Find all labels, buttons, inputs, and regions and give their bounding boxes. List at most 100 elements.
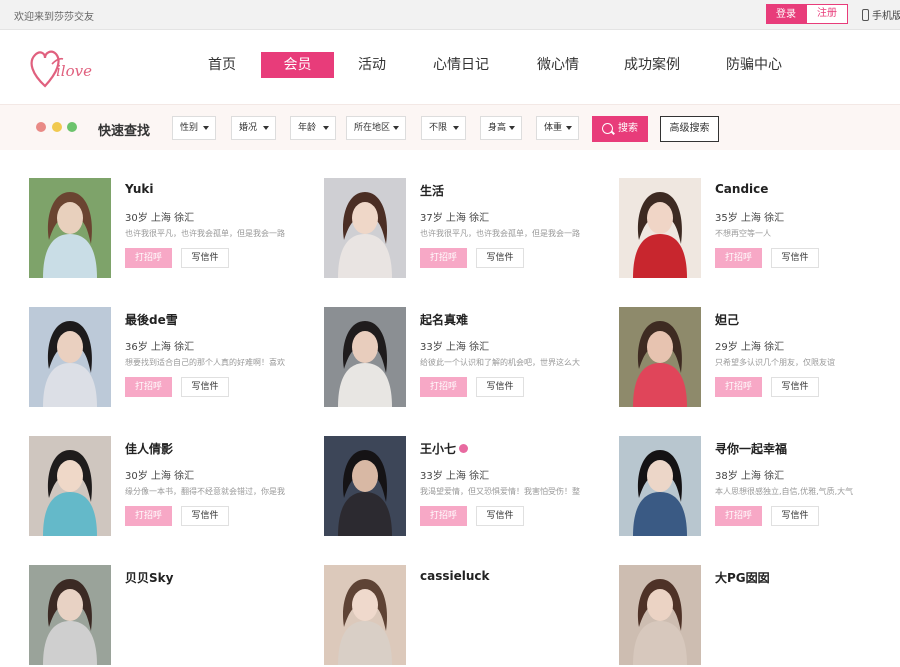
mobile-version-link[interactable]: 手机版 [862, 7, 900, 22]
member-bio: 我渴望爱情，但又恐惧爱情！我害怕受伤！整 [420, 487, 580, 496]
member-info: 30岁 上海 徐汇 [125, 471, 195, 482]
filter-marital[interactable]: 婚况 [231, 116, 276, 140]
write-letter-button[interactable]: 写信件 [771, 377, 819, 397]
greet-button[interactable]: 打招呼 [125, 377, 172, 397]
site-logo[interactable]: ilove [30, 46, 110, 90]
member-bio: 不想再空等一人 [715, 229, 771, 238]
advanced-search-button[interactable]: 高级搜索 [660, 116, 719, 142]
member-name[interactable]: 妲己 [715, 311, 739, 328]
member-photo[interactable] [29, 565, 111, 665]
member-bio: 也许我很平凡，也许我会孤单，但是我会一路 [420, 229, 580, 238]
member-name-text: cassieluck [420, 569, 490, 583]
chevron-down-icon [323, 126, 329, 130]
greet-button[interactable]: 打招呼 [715, 377, 762, 397]
member-name[interactable]: Yuki [125, 182, 153, 196]
member-name[interactable]: 生活 [420, 182, 444, 199]
search-button-label: 搜索 [618, 123, 638, 134]
greet-button[interactable]: 打招呼 [420, 248, 467, 268]
filter-height[interactable]: 身高 [480, 116, 522, 140]
member-name[interactable]: cassieluck [420, 569, 490, 583]
member-bio: 本人思想很感独立,自信,优雅,气质,大气 [715, 487, 854, 496]
member-name[interactable]: 王小七 [420, 440, 469, 457]
filter-marital-label: 婚况 [239, 123, 258, 133]
greet-button[interactable]: 打招呼 [420, 377, 467, 397]
member-name-text: Candice [715, 182, 769, 196]
member-card[interactable]: 佳人倩影 30岁 上海 徐汇缘分像一本书，翻得不经意就会错过，你是我打招呼 写信件 [29, 436, 314, 538]
login-button[interactable]: 登录 [766, 4, 806, 24]
filter-gender[interactable]: 性别 [172, 116, 216, 140]
write-letter-button[interactable]: 写信件 [476, 248, 524, 268]
member-card[interactable]: 大PG囡囡 [619, 565, 900, 667]
member-name-text: 王小七 [420, 442, 457, 456]
filter-region[interactable]: 所在地区 [346, 116, 406, 140]
member-name[interactable]: 贝贝Sky [125, 569, 173, 586]
member-card[interactable]: 最後de雪 36岁 上海 徐汇 想要找到适合自己的那个人真的好难啊！喜欢 打招呼 写信件 [29, 307, 314, 409]
nav-micro-mood[interactable]: 微心情 [528, 52, 588, 78]
member-card[interactable]: 寻你一起幸福 38岁 上海 徐汇 本人思想很感独立,自信,优雅,气质,大气 打招呼 写信… [619, 436, 900, 538]
search-button[interactable]: 搜索 [592, 116, 648, 142]
member-card[interactable]: 妲己 29岁 上海 徐汇 只希望多认识几个朋友，仅限友谊 打招呼 写信件 [619, 307, 900, 409]
member-card[interactable]: 王小七 33岁 上海 徐汇 我渴望爱情，但又恐惧爱情！我害怕受伤！整 打招呼 写信件 [324, 436, 609, 538]
greet-button[interactable]: 打招呼 [715, 506, 762, 526]
nav-members[interactable]: 会员 [261, 52, 334, 78]
greet-button[interactable]: 打招呼 [125, 506, 172, 526]
filter-region-sub[interactable]: 不限 [421, 116, 466, 140]
member-card[interactable]: Yuki 30岁 上海 徐汇 也许我很平凡，也许我会孤单，但是我会一路 打招呼 写信件 [29, 178, 314, 280]
mobile-label: 手机版 [872, 11, 900, 22]
chevron-down-icon [263, 126, 269, 130]
greet-button[interactable]: 打招呼 [125, 248, 172, 268]
write-letter-button[interactable]: 写信件 [476, 506, 524, 526]
nav-events[interactable]: 活动 [350, 52, 394, 78]
register-button[interactable]: 注册 [806, 4, 848, 24]
member-photo[interactable] [619, 178, 701, 278]
member-info: 33岁 上海 徐汇 [420, 342, 490, 353]
member-name[interactable]: 起名真难 [420, 311, 468, 328]
member-photo[interactable] [29, 178, 111, 278]
member-name[interactable]: 寻你一起幸福 [715, 440, 787, 457]
nav-mood-diary[interactable]: 心情日记 [426, 52, 496, 78]
write-letter-button[interactable]: 写信件 [771, 248, 819, 268]
member-photo[interactable] [324, 307, 406, 407]
member-photo[interactable] [29, 436, 111, 536]
member-name-text: 妲己 [715, 313, 740, 327]
member-info: 35岁 上海 徐汇 [715, 213, 785, 224]
nav-home[interactable]: 首页 [200, 52, 244, 78]
member-photo[interactable] [324, 178, 406, 278]
member-card[interactable]: cassieluck [324, 565, 609, 667]
write-letter-button[interactable]: 写信件 [181, 377, 229, 397]
member-photo[interactable] [619, 307, 701, 407]
member-photo[interactable] [29, 307, 111, 407]
nav-success-stories[interactable]: 成功案例 [616, 52, 688, 78]
member-name[interactable]: 佳人倩影 [125, 440, 173, 457]
member-name[interactable]: 大PG囡囡 [715, 569, 770, 586]
member-photo[interactable] [619, 565, 701, 665]
write-letter-button[interactable]: 写信件 [181, 506, 229, 526]
filter-gender-label: 性别 [180, 123, 199, 133]
member-name-text: Yuki [125, 182, 154, 196]
member-photo[interactable] [324, 436, 406, 536]
member-name-text: 寻你一起幸福 [715, 442, 788, 456]
search-icon [602, 123, 613, 134]
member-bio: 只希望多认识几个朋友，仅限友谊 [715, 358, 835, 367]
member-name-text: 生活 [420, 184, 445, 198]
write-letter-button[interactable]: 写信件 [476, 377, 524, 397]
member-bio: 给彼此一个认识和了解的机会吧，世界这么大 [420, 358, 580, 367]
member-photo[interactable] [619, 436, 701, 536]
filter-age[interactable]: 年龄 [290, 116, 336, 140]
nav-anti-fraud[interactable]: 防骗中心 [718, 52, 790, 78]
filter-region-label: 所在地区 [354, 123, 391, 133]
member-bio: 缘分像一本书，翻得不经意就会错过，你是我 [125, 487, 285, 496]
member-card[interactable]: 生活 37岁 上海 徐汇 也许我很平凡，也许我会孤单，但是我会一路 打招呼 写信件 [324, 178, 609, 280]
member-photo[interactable] [324, 565, 406, 665]
member-card[interactable]: 贝贝Sky [29, 565, 314, 667]
greet-button[interactable]: 打招呼 [420, 506, 467, 526]
greet-button[interactable]: 打招呼 [715, 248, 762, 268]
member-name[interactable]: 最後de雪 [125, 311, 178, 328]
write-letter-button[interactable]: 写信件 [771, 506, 819, 526]
write-letter-button[interactable]: 写信件 [181, 248, 229, 268]
member-card[interactable]: Candice 35岁 上海 徐汇 不想再空等一人打招呼 写信件 [619, 178, 900, 280]
member-card[interactable]: 起名真难 33岁 上海 徐汇给彼此一个认识和了解的机会吧，世界这么大打招呼 写信件 [324, 307, 609, 409]
filter-weight[interactable]: 体重 [536, 116, 579, 140]
member-name-text: 佳人倩影 [125, 442, 174, 456]
member-name[interactable]: Candice [715, 182, 768, 196]
